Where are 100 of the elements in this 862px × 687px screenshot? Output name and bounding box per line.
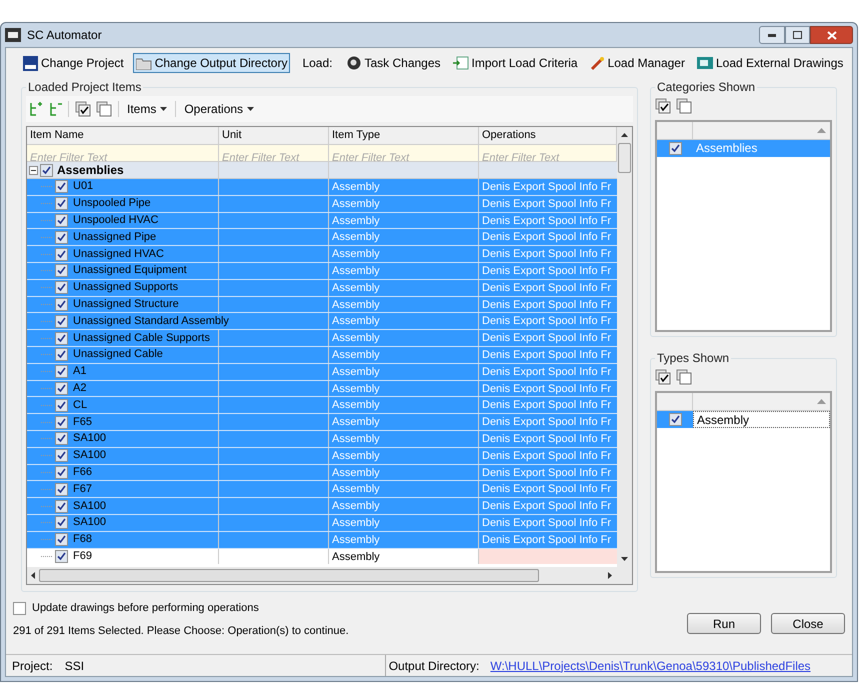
expand-tree-icon[interactable]: [28, 102, 42, 116]
operations-cell-text: Denis Export Spool Info Fr: [481, 331, 612, 346]
project-label: Project:: [12, 658, 53, 674]
operations-cell-text: Denis Export Spool Info Fr: [481, 264, 612, 279]
checkbox[interactable]: [55, 432, 68, 446]
item-name: Unassigned HVAC: [73, 246, 164, 262]
scroll-thumb[interactable]: [618, 143, 631, 173]
grid-row[interactable]: F68 Assembly Denis Export Spool Info Fr: [27, 532, 617, 549]
checkbox[interactable]: [55, 248, 68, 261]
checkbox[interactable]: [55, 382, 68, 395]
grid-row[interactable]: SA100 Assembly Denis Export Spool Info Fr: [27, 498, 617, 515]
grid-row[interactable]: Unspooled HVAC Assembly Denis Export Spool Info Fr: [27, 212, 617, 230]
check-all-icon[interactable]: [655, 98, 671, 114]
checkbox[interactable]: [55, 500, 68, 513]
collapse-tree-icon[interactable]: [48, 102, 62, 116]
operations-cell-text: Denis Export Spool Info Fr: [481, 230, 612, 246]
panel-title: Loaded Project Items: [27, 79, 142, 96]
grid-row[interactable]: F66 Assembly Denis Export Spool Info Fr: [27, 464, 617, 482]
grid-row[interactable]: Unassigned Structure Assembly Denis Export Spool Info Fr: [27, 296, 617, 314]
checkbox[interactable]: [55, 482, 68, 496]
grid-row[interactable]: SA100 Assembly Denis Export Spool Info Fr: [27, 430, 617, 448]
checkbox[interactable]: [55, 197, 68, 210]
grid-row[interactable]: Unassigned Equipment Assembly Denis Export Spool Info Fr: [27, 262, 617, 280]
item-type: Assembly: [329, 464, 479, 480]
uncheck-all-icon[interactable]: [96, 101, 112, 117]
expander-icon[interactable]: [29, 166, 38, 174]
close-button[interactable]: [810, 26, 853, 44]
scroll-up-icon[interactable]: [621, 133, 628, 137]
grid-row[interactable]: Unassigned Cable Supports Assembly Denis Export Spool Info Fr: [27, 330, 617, 347]
checkbox[interactable]: [55, 332, 68, 345]
grid-row[interactable]: U01 Assembly Denis Export Spool Info Fr: [27, 179, 617, 196]
operations-cell-text: Denis Export Spool Info Fr: [481, 280, 612, 296]
dialog-button[interactable]: Run: [687, 613, 761, 634]
minimize-button[interactable]: [759, 26, 785, 44]
uncheck-all-icon[interactable]: [676, 98, 692, 114]
toolbar-button[interactable]: Change Output Directory: [132, 53, 290, 73]
checkbox[interactable]: [40, 164, 53, 176]
checkbox[interactable]: [55, 466, 68, 479]
toolbar-button[interactable]: Load External Drawings: [694, 53, 846, 73]
toolbar-button[interactable]: Load Manager: [586, 53, 688, 73]
item-type: Assembly: [329, 229, 479, 246]
horizontal-scrollbar[interactable]: [27, 567, 632, 584]
checkbox[interactable]: [55, 230, 68, 244]
checkbox[interactable]: [668, 142, 682, 155]
list-item[interactable]: Assembly: [693, 411, 830, 428]
checkbox[interactable]: [55, 550, 68, 563]
checkbox[interactable]: [55, 298, 68, 311]
maximize-button[interactable]: [785, 26, 810, 44]
grid-row[interactable]: Unassigned HVAC Assembly Denis Export Spool Info Fr: [27, 246, 617, 263]
vertical-scrollbar[interactable]: [617, 127, 632, 567]
grid-row[interactable]: Unassigned Standard Assembly Assembly Denis Export Spool Info Fr: [27, 313, 617, 330]
toolbar-button[interactable]: Import Load Criteria: [450, 53, 581, 73]
checkbox[interactable]: [55, 281, 68, 294]
grid-row[interactable]: F67 Assembly Denis Export Spool Info Fr: [27, 481, 617, 498]
column-header[interactable]: Item Name: [27, 127, 219, 144]
toolbar-button[interactable]: Change Project: [20, 53, 127, 73]
scroll-right-icon[interactable]: [608, 572, 612, 579]
scroll-down-icon[interactable]: [621, 557, 628, 561]
operations-cell-text: Denis Export Spool Info Fr: [481, 432, 612, 447]
column-header[interactable]: Unit: [219, 127, 329, 144]
checkbox[interactable]: [55, 314, 68, 328]
column-header[interactable]: Item Type: [329, 127, 479, 144]
checkbox[interactable]: [668, 413, 682, 426]
scroll-left-icon[interactable]: [31, 572, 35, 579]
checkbox[interactable]: [55, 264, 68, 278]
uncheck-all-icon[interactable]: [676, 369, 692, 385]
operations-cell-text: Denis Export Spool Info Fr: [481, 532, 612, 548]
checkbox[interactable]: [55, 180, 68, 194]
toolbar-button[interactable]: Task Changes: [344, 53, 444, 73]
grid-row[interactable]: CL Assembly Denis Export Spool Info Fr: [27, 397, 617, 414]
checkbox[interactable]: [55, 416, 68, 429]
checkbox[interactable]: [55, 449, 68, 462]
checkbox[interactable]: [55, 365, 68, 378]
output-directory-link[interactable]: W:\HULL\Projects\Denis\Trunk\Genoa\59310\PublishedFiles: [490, 656, 811, 674]
caret-icon: [160, 107, 168, 111]
check-all-icon[interactable]: [75, 101, 91, 117]
menu-button[interactable]: Operations: [182, 100, 256, 118]
operations-cell-text: Denis Export Spool Info Fr: [481, 298, 612, 312]
grid-row[interactable]: Unassigned Supports Assembly Denis Export Spool Info Fr: [27, 280, 617, 297]
grid-row[interactable]: Unassigned Cable Assembly Denis Export Spool Info Fr: [27, 346, 617, 364]
grid-row[interactable]: F65 Assembly Denis Export Spool Info Fr: [27, 414, 617, 431]
grid-row[interactable]: Unspooled Pipe Assembly Denis Export Spool Info Fr: [27, 196, 617, 213]
scroll-thumb[interactable]: [39, 569, 539, 582]
menu-button[interactable]: Items: [125, 100, 170, 118]
checkbox[interactable]: [13, 602, 26, 615]
grid-row[interactable]: SA100 Assembly Denis Export Spool Info Fr: [27, 514, 617, 532]
checkbox[interactable]: [55, 533, 68, 546]
grid-row[interactable]: A1 Assembly Denis Export Spool Info Fr: [27, 364, 617, 381]
operations-cell-text: Denis Export Spool Info Fr: [481, 466, 612, 480]
checkbox[interactable]: [55, 398, 68, 412]
load-label: Load:: [302, 55, 332, 72]
grid-row[interactable]: Unassigned Pipe Assembly Denis Export Spool Info Fr: [27, 229, 617, 246]
grid-row[interactable]: A2 Assembly Denis Export Spool Info Fr: [27, 380, 617, 398]
grid-row[interactable]: F69 Assembly: [27, 548, 617, 566]
checkbox[interactable]: [55, 214, 68, 227]
checkbox[interactable]: [55, 516, 68, 530]
dialog-button[interactable]: Close: [771, 613, 845, 634]
checkbox[interactable]: [55, 348, 68, 362]
check-all-icon[interactable]: [655, 369, 671, 385]
grid-row[interactable]: SA100 Assembly Denis Export Spool Info Fr: [27, 448, 617, 465]
